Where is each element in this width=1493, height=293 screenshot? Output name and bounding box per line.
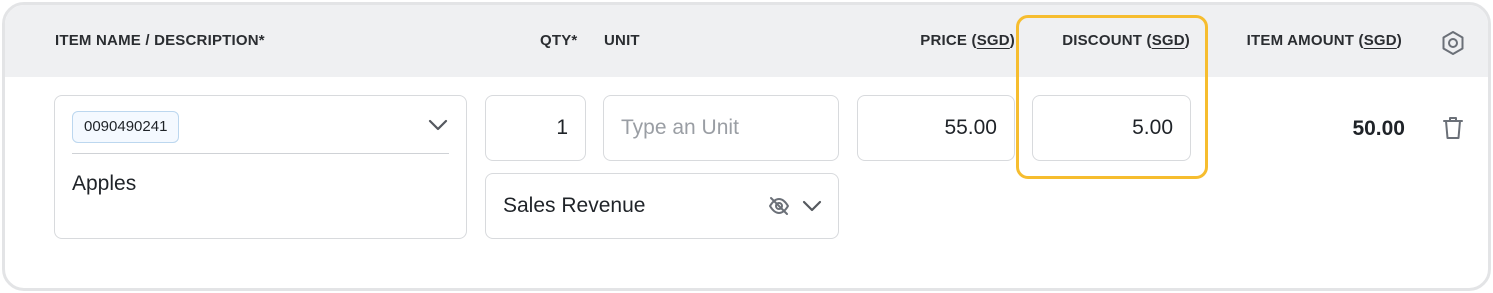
item-field-divider <box>72 153 449 154</box>
item-select-field[interactable]: 0090490241 Apples <box>54 95 467 239</box>
line-item-table: ITEM NAME / DESCRIPTION* QTY* UNIT PRICE… <box>2 2 1491 291</box>
chevron-down-icon[interactable] <box>801 199 823 213</box>
item-code-chip[interactable]: 0090490241 <box>72 111 180 143</box>
trash-icon[interactable] <box>1442 115 1464 141</box>
discount-input[interactable] <box>1032 95 1191 161</box>
table-header: ITEM NAME / DESCRIPTION* QTY* UNIT PRICE… <box>5 5 1488 77</box>
qty-input[interactable] <box>485 95 586 161</box>
header-item-amount-close: ) <box>1396 32 1402 49</box>
header-item-name: ITEM NAME / DESCRIPTION* <box>55 32 265 49</box>
account-select[interactable]: Sales Revenue <box>485 173 839 239</box>
header-item-amount-currency: SGD <box>1363 32 1397 49</box>
header-discount-currency: SGD <box>1151 32 1185 49</box>
header-item-amount: ITEM AMOUNT (SGD) <box>1247 5 1402 77</box>
header-discount-close: ) <box>1184 32 1190 49</box>
unit-input[interactable] <box>603 95 839 161</box>
account-label: Sales Revenue <box>503 194 646 217</box>
eye-off-icon[interactable] <box>767 195 791 217</box>
chevron-down-icon[interactable] <box>427 118 449 132</box>
header-price: PRICE (SGD) <box>920 5 1015 77</box>
price-input[interactable] <box>857 95 1015 161</box>
header-qty: QTY* <box>540 32 578 49</box>
header-price-currency: SGD <box>976 32 1010 49</box>
hexagon-settings-icon[interactable] <box>1439 29 1467 57</box>
header-price-close: ) <box>1009 32 1015 49</box>
header-discount-label: DISCOUNT ( <box>1062 32 1152 49</box>
header-price-label: PRICE ( <box>920 32 977 49</box>
item-amount-value: 50.00 <box>1352 117 1405 140</box>
header-unit: UNIT <box>604 32 640 49</box>
header-item-amount-label: ITEM AMOUNT ( <box>1246 32 1364 49</box>
header-discount: DISCOUNT (SGD) <box>1062 5 1190 77</box>
item-description[interactable]: Apples <box>72 172 136 196</box>
